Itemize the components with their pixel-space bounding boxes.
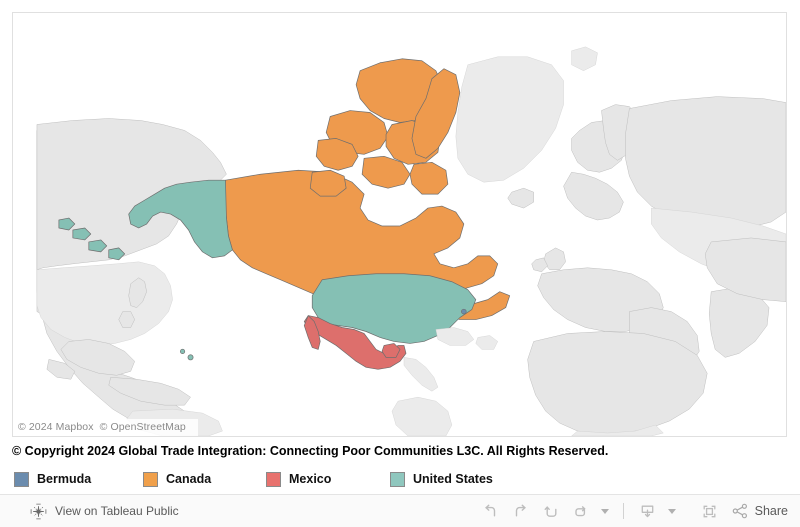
legend-label-canada: Canada <box>166 472 212 486</box>
map-attribution: © 2024 Mapbox © OpenStreetMap <box>13 419 198 436</box>
download-tray-icon <box>638 502 657 521</box>
share-button[interactable]: Share <box>731 502 788 520</box>
region-hawaii-2[interactable] <box>187 354 194 361</box>
undo-arrow-icon <box>481 502 500 521</box>
legend-swatch-canada <box>143 471 158 487</box>
tableau-link-label: View on Tableau Public <box>55 504 179 518</box>
download-dropdown[interactable] <box>663 496 681 526</box>
refresh-dropdown[interactable] <box>596 496 614 526</box>
bottom-toolbar: View on Tableau Public Share <box>0 494 800 527</box>
toolbar-separator <box>622 503 624 519</box>
caret-down-icon <box>668 508 677 514</box>
download-button[interactable] <box>633 496 663 526</box>
toolbar-actions: Share <box>476 496 788 526</box>
legend-item-bermuda[interactable]: Bermuda <box>14 471 143 487</box>
caret-down-icon <box>601 508 610 514</box>
fullscreen-frame-icon <box>700 502 719 521</box>
revert-button[interactable] <box>536 496 566 526</box>
legend-label-bermuda: Bermuda <box>37 472 92 486</box>
legend-item-mexico[interactable]: Mexico <box>266 471 390 487</box>
share-nodes-icon <box>731 502 749 520</box>
region-hawaii-1[interactable] <box>180 348 186 354</box>
refresh-button[interactable] <box>566 496 596 526</box>
redo-button[interactable] <box>506 496 536 526</box>
view-on-tableau-public-link[interactable]: View on Tableau Public <box>30 503 179 520</box>
fullscreen-button[interactable] <box>695 496 725 526</box>
copyright-notice: © Copyright 2024 Global Trade Integratio… <box>12 444 609 458</box>
revert-arrow-icon <box>541 502 560 521</box>
map-legend: Bermuda Canada Mexico United States <box>14 468 493 490</box>
world-map[interactable] <box>13 13 786 436</box>
undo-button[interactable] <box>476 496 506 526</box>
mapbox-attribution: © 2024 Mapbox <box>18 421 94 433</box>
openstreetmap-attribution: © OpenStreetMap <box>99 421 186 433</box>
share-label: Share <box>754 504 788 518</box>
map-viewport[interactable]: © 2024 Mapbox © OpenStreetMap <box>12 12 787 437</box>
region-bermuda[interactable] <box>461 308 467 315</box>
redo-arrow-icon <box>511 502 530 521</box>
legend-swatch-united-states <box>390 471 405 487</box>
legend-item-canada[interactable]: Canada <box>143 471 266 487</box>
legend-label-united-states: United States <box>413 472 493 486</box>
tableau-logo-icon <box>30 503 47 520</box>
legend-swatch-bermuda <box>14 471 29 487</box>
legend-label-mexico: Mexico <box>289 472 332 486</box>
legend-swatch-mexico <box>266 471 281 487</box>
refresh-arrow-icon <box>571 502 590 521</box>
legend-item-united-states[interactable]: United States <box>390 471 493 487</box>
